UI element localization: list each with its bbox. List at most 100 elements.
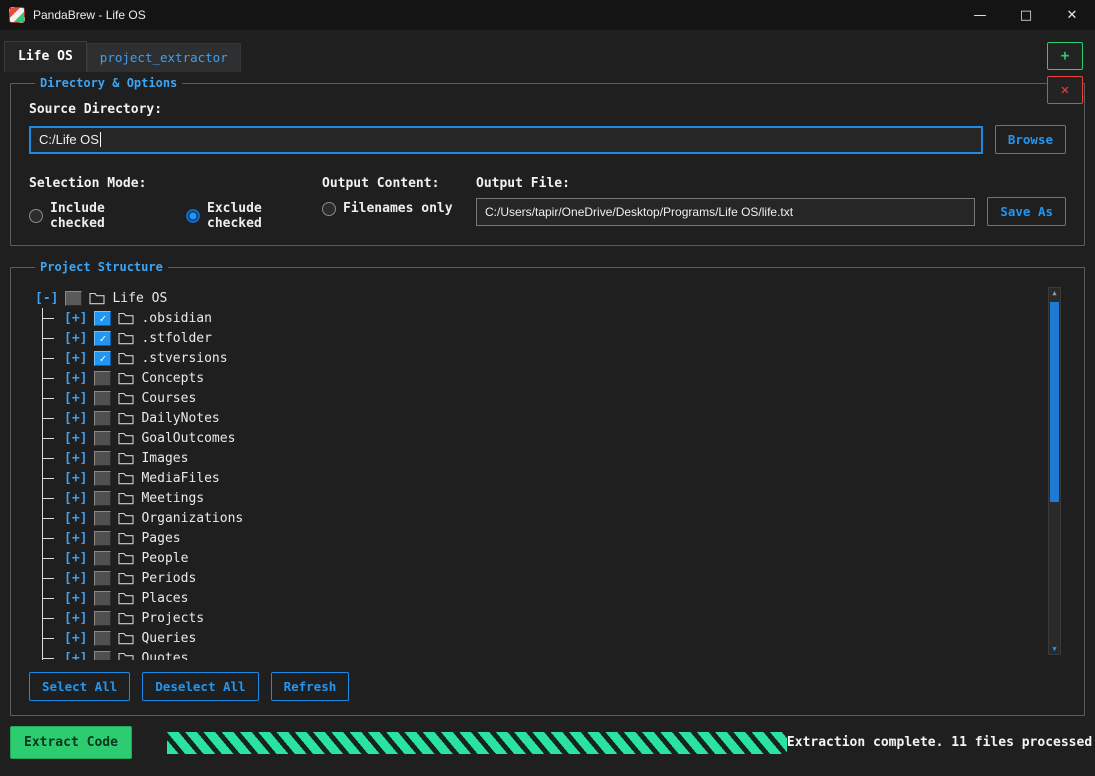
tree-checkbox[interactable] [94, 531, 111, 546]
browse-button[interactable]: Browse [995, 125, 1066, 154]
tree-expander[interactable]: [+] [64, 331, 87, 346]
tree-expander[interactable]: [+] [64, 431, 87, 446]
tree-checkbox[interactable] [94, 591, 111, 606]
tree-checkbox[interactable] [94, 331, 111, 346]
tree-connector-icon [35, 368, 57, 388]
tree-item-label[interactable]: Images [141, 451, 188, 466]
maximize-button[interactable]: □ [1003, 0, 1049, 30]
tree-item-label[interactable]: Courses [141, 391, 196, 406]
tree-checkbox[interactable] [94, 551, 111, 566]
tree-checkbox[interactable] [94, 571, 111, 586]
include-checked-radio[interactable] [29, 209, 43, 223]
refresh-button[interactable]: Refresh [271, 672, 350, 701]
folder-icon [118, 411, 134, 425]
deselect-all-button[interactable]: Deselect All [142, 672, 258, 701]
tree-expander[interactable]: [+] [64, 631, 87, 646]
close-tab-button[interactable]: ✕ [1047, 76, 1083, 104]
tree-item-label[interactable]: .obsidian [141, 311, 211, 326]
tree-connector-icon [35, 388, 57, 408]
tree-checkbox[interactable] [94, 471, 111, 486]
output-file-value: C:/Users/tapir/OneDrive/Desktop/Programs… [485, 205, 793, 219]
tree-checkbox[interactable] [94, 631, 111, 646]
tree-item-label[interactable]: Life OS [112, 291, 167, 306]
tree-expander[interactable]: [+] [64, 371, 87, 386]
tree-connector-icon [35, 428, 57, 448]
scroll-up-icon[interactable]: ▲ [1052, 288, 1056, 298]
tree-checkbox[interactable] [94, 411, 111, 426]
add-tab-button[interactable]: + [1047, 42, 1083, 70]
tree-expander[interactable]: [-] [35, 291, 58, 306]
tree-item-label[interactable]: Concepts [141, 371, 204, 386]
tree-checkbox[interactable] [94, 651, 111, 661]
exclude-checked-label[interactable]: Exclude checked [207, 201, 322, 231]
tree-expander[interactable]: [+] [64, 311, 87, 326]
tab-bar: Life OS project_extractor [0, 30, 1095, 72]
select-all-button[interactable]: Select All [29, 672, 130, 701]
tree-item-label[interactable]: Queries [141, 631, 196, 646]
tree-row: [+] DailyNotes [35, 408, 1036, 428]
tree-expander[interactable]: [+] [64, 651, 87, 661]
tree-expander[interactable]: [+] [64, 411, 87, 426]
tree-item-label[interactable]: Organizations [141, 511, 243, 526]
tree-connector-icon [35, 348, 57, 368]
tree-checkbox[interactable] [94, 371, 111, 386]
tree-item-label[interactable]: People [141, 551, 188, 566]
tree-item-label[interactable]: Places [141, 591, 188, 606]
tree-item-label[interactable]: .stfolder [141, 331, 211, 346]
tree-row: [+] Courses [35, 388, 1036, 408]
tree-row: [+] Quotes [35, 648, 1036, 660]
tree-row: [+] Pages [35, 528, 1036, 548]
tree-checkbox[interactable] [94, 451, 111, 466]
tree-expander[interactable]: [+] [64, 451, 87, 466]
output-file-input[interactable]: C:/Users/tapir/OneDrive/Desktop/Programs… [476, 198, 975, 226]
folder-icon [118, 531, 134, 545]
extract-code-button[interactable]: Extract Code [10, 726, 132, 759]
tree-expander[interactable]: [+] [64, 531, 87, 546]
tree-item-label[interactable]: Pages [141, 531, 180, 546]
project-structure-legend: Project Structure [35, 260, 168, 274]
tree-checkbox[interactable] [94, 511, 111, 526]
folder-icon [118, 451, 134, 465]
tree-expander[interactable]: [+] [64, 471, 87, 486]
tree-expander[interactable]: [+] [64, 511, 87, 526]
include-checked-label[interactable]: Include checked [50, 201, 165, 231]
output-content-column: Output Content: Filenames only [322, 176, 476, 231]
scroll-down-icon[interactable]: ▼ [1052, 644, 1056, 654]
selection-mode-label: Selection Mode: [29, 176, 322, 191]
tree-expander[interactable]: [+] [64, 351, 87, 366]
tree-expander[interactable]: [+] [64, 391, 87, 406]
minimize-button[interactable]: — [957, 0, 1003, 30]
titlebar: PandaBrew - Life OS — □ ✕ [0, 0, 1095, 30]
tree-expander[interactable]: [+] [64, 591, 87, 606]
exclude-checked-radio[interactable] [186, 209, 200, 223]
save-as-button[interactable]: Save As [987, 197, 1066, 226]
tab-life-os[interactable]: Life OS [4, 41, 87, 72]
tree-scrollbar[interactable]: ▲ ▼ [1048, 287, 1061, 655]
tree-item-label[interactable]: Quotes [141, 651, 188, 661]
tree-expander[interactable]: [+] [64, 611, 87, 626]
tree-item-label[interactable]: Projects [141, 611, 204, 626]
tree-checkbox[interactable] [94, 391, 111, 406]
tree-expander[interactable]: [+] [64, 571, 87, 586]
tree-item-label[interactable]: GoalOutcomes [141, 431, 235, 446]
tree-item-label[interactable]: .stversions [141, 351, 227, 366]
tree-item-label[interactable]: Periods [141, 571, 196, 586]
tree-checkbox[interactable] [94, 491, 111, 506]
tree-item-label[interactable]: MediaFiles [141, 471, 219, 486]
tree-item-label[interactable]: DailyNotes [141, 411, 219, 426]
tab-project-extractor[interactable]: project_extractor [87, 43, 241, 72]
tree-row: [+] Projects [35, 608, 1036, 628]
tree-checkbox[interactable] [94, 611, 111, 626]
filenames-only-label[interactable]: Filenames only [343, 201, 453, 216]
tree-item-label[interactable]: Meetings [141, 491, 204, 506]
tree-checkbox[interactable] [94, 431, 111, 446]
filenames-only-radio[interactable] [322, 202, 336, 216]
tree-checkbox[interactable] [94, 311, 111, 326]
tree-expander[interactable]: [+] [64, 551, 87, 566]
source-directory-input[interactable]: C:/Life OS [29, 126, 983, 154]
tree-checkbox[interactable] [65, 291, 82, 306]
scrollbar-thumb[interactable] [1050, 302, 1059, 502]
tree-checkbox[interactable] [94, 351, 111, 366]
close-button[interactable]: ✕ [1049, 0, 1095, 30]
tree-expander[interactable]: [+] [64, 491, 87, 506]
